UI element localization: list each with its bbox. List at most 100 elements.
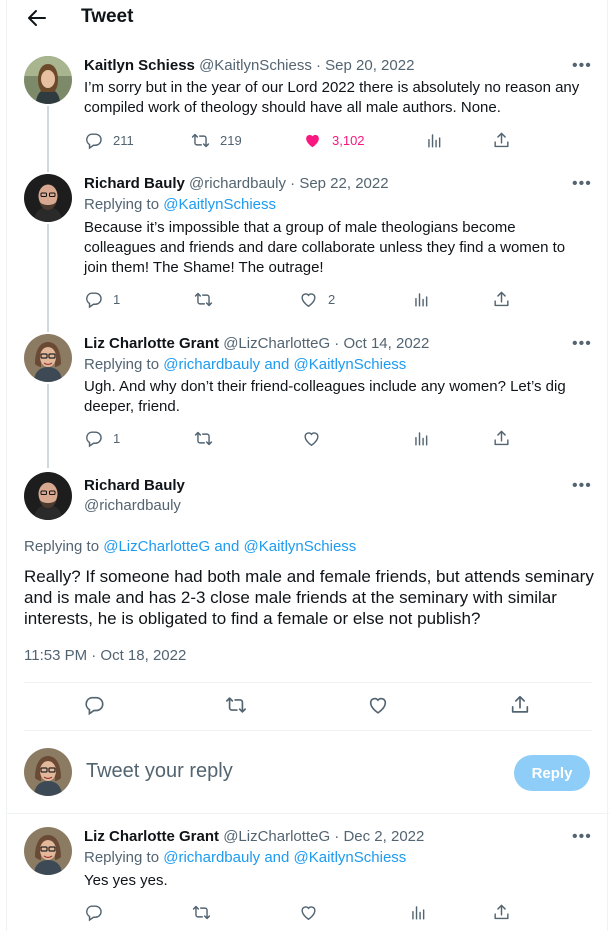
retweet-icon <box>191 131 210 150</box>
tweet-header: Liz Charlotte Grant @LizCharlotteG · Oct… <box>84 335 429 352</box>
reply-icon <box>84 429 103 448</box>
more-options-icon[interactable]: ••• <box>572 57 592 75</box>
reply-icon <box>84 903 103 922</box>
views-button[interactable] <box>412 429 431 448</box>
avatar[interactable] <box>24 174 72 222</box>
header: Tweet <box>7 0 609 36</box>
more-options-icon[interactable]: ••• <box>572 335 592 353</box>
reply-button[interactable]: 211 <box>84 131 134 150</box>
reply-button[interactable] <box>84 903 103 922</box>
reply-count: 1 <box>113 431 121 446</box>
more-options-icon[interactable]: ••• <box>572 828 592 846</box>
author-name: Richard Bauly <box>84 477 185 494</box>
like-count: 3,102 <box>332 133 365 148</box>
like-button[interactable] <box>367 694 389 716</box>
main-tweet-text: Really? If someone had both male and fem… <box>24 567 594 628</box>
author-handle[interactable]: @richardbauly <box>84 497 181 514</box>
avatar[interactable] <box>24 827 72 875</box>
tweet-header: Liz Charlotte Grant @LizCharlotteG · Dec… <box>84 828 424 845</box>
replying-to: Replying to @richardbauly and @KaitlynSc… <box>84 849 406 866</box>
tweet-thread-column: Tweet Kaitlyn Schiess @KaitlynSchiess · … <box>6 0 609 931</box>
heart-icon <box>299 290 318 309</box>
tweet-text: Yes yes yes. <box>84 872 168 889</box>
reply-button[interactable]: 1 <box>84 290 120 309</box>
thread-line <box>47 106 49 172</box>
retweet-icon <box>194 290 213 309</box>
retweet-button[interactable] <box>225 694 247 716</box>
replying-to-link[interactable]: @richardbauly and @KaitlynSchiess <box>163 849 406 866</box>
divider <box>7 813 609 814</box>
avatar[interactable] <box>24 56 72 104</box>
page-title: Tweet <box>81 6 134 27</box>
replying-to-link[interactable]: @KaitlynSchiess <box>163 196 276 213</box>
back-arrow-icon[interactable] <box>25 6 49 30</box>
retweet-button[interactable]: 219 <box>191 131 242 150</box>
share-button[interactable] <box>509 694 531 716</box>
replying-to: Replying to @LizCharlotteG and @KaitlynS… <box>24 538 356 555</box>
views-button[interactable] <box>412 290 431 309</box>
reply-count: 1 <box>113 292 121 307</box>
share-icon <box>509 694 531 716</box>
tweet-timestamp[interactable]: 11:53 PM · Oct 18, 2022 <box>24 647 186 664</box>
reply-count: 211 <box>113 133 134 148</box>
more-options-icon[interactable]: ••• <box>572 175 592 193</box>
tweet-text: Because it’s impossible that a group of … <box>84 219 566 276</box>
tweet-date[interactable]: · Sep 20, 2022 <box>316 57 414 74</box>
thread-line <box>47 384 49 468</box>
avatar[interactable] <box>24 748 72 796</box>
views-button[interactable] <box>425 131 444 150</box>
tweet-date[interactable]: · Dec 2, 2022 <box>334 828 424 845</box>
author-name[interactable]: Richard Bauly <box>84 175 185 192</box>
views-icon <box>412 290 431 309</box>
reply-icon <box>84 131 103 150</box>
retweet-button[interactable] <box>192 903 211 922</box>
avatar[interactable] <box>24 472 72 520</box>
tweet-date[interactable]: · Sep 22, 2022 <box>290 175 388 192</box>
reply-button[interactable] <box>83 694 105 716</box>
like-button[interactable]: 2 <box>299 290 335 309</box>
divider <box>24 730 592 731</box>
share-button[interactable] <box>492 903 511 922</box>
retweet-button[interactable] <box>194 290 213 309</box>
author-handle[interactable]: @LizCharlotteG <box>223 828 330 845</box>
reply-button[interactable]: 1 <box>84 429 120 448</box>
heart-icon <box>367 694 389 716</box>
retweet-icon <box>194 429 213 448</box>
share-button[interactable] <box>492 290 511 309</box>
author-handle[interactable]: @richardbauly <box>189 175 286 192</box>
reply-submit-button[interactable]: Reply <box>514 755 590 791</box>
retweet-icon <box>192 903 211 922</box>
like-button[interactable]: 3,102 <box>303 131 365 150</box>
like-button[interactable] <box>302 429 321 448</box>
thread-line <box>47 224 49 332</box>
views-icon <box>425 131 444 150</box>
author-name[interactable]: Liz Charlotte Grant <box>84 828 219 845</box>
more-options-icon[interactable]: ••• <box>572 477 592 495</box>
author-name-text[interactable]: Richard Bauly <box>84 477 185 494</box>
replying-to-link[interactable]: @richardbauly and @KaitlynSchiess <box>163 356 406 373</box>
like-button[interactable] <box>299 903 318 922</box>
author-name[interactable]: Liz Charlotte Grant <box>84 335 219 352</box>
replying-to: Replying to @richardbauly and @KaitlynSc… <box>84 356 406 373</box>
tweet-date[interactable]: · Oct 14, 2022 <box>334 335 429 352</box>
share-button[interactable] <box>492 429 511 448</box>
avatar[interactable] <box>24 334 72 382</box>
views-icon <box>412 429 431 448</box>
retweet-button[interactable] <box>194 429 213 448</box>
share-button[interactable] <box>492 131 511 150</box>
author-handle[interactable]: @KaitlynSchiess <box>199 57 312 74</box>
divider <box>24 682 592 683</box>
reply-icon <box>84 290 103 309</box>
replying-to-link[interactable]: @LizCharlotteG and @KaitlynSchiess <box>103 538 356 555</box>
author-handle[interactable]: @LizCharlotteG <box>223 335 330 352</box>
heart-icon <box>302 429 321 448</box>
heart-filled-icon <box>303 131 322 150</box>
retweet-count: 219 <box>220 133 242 148</box>
tweet-header: Richard Bauly @richardbauly · Sep 22, 20… <box>84 175 389 192</box>
replying-to-label: Replying to <box>84 196 160 213</box>
reply-input[interactable]: Tweet your reply <box>86 760 233 783</box>
like-count: 2 <box>328 292 336 307</box>
retweet-icon <box>225 694 247 716</box>
author-name[interactable]: Kaitlyn Schiess <box>84 57 195 74</box>
views-button[interactable] <box>409 903 428 922</box>
